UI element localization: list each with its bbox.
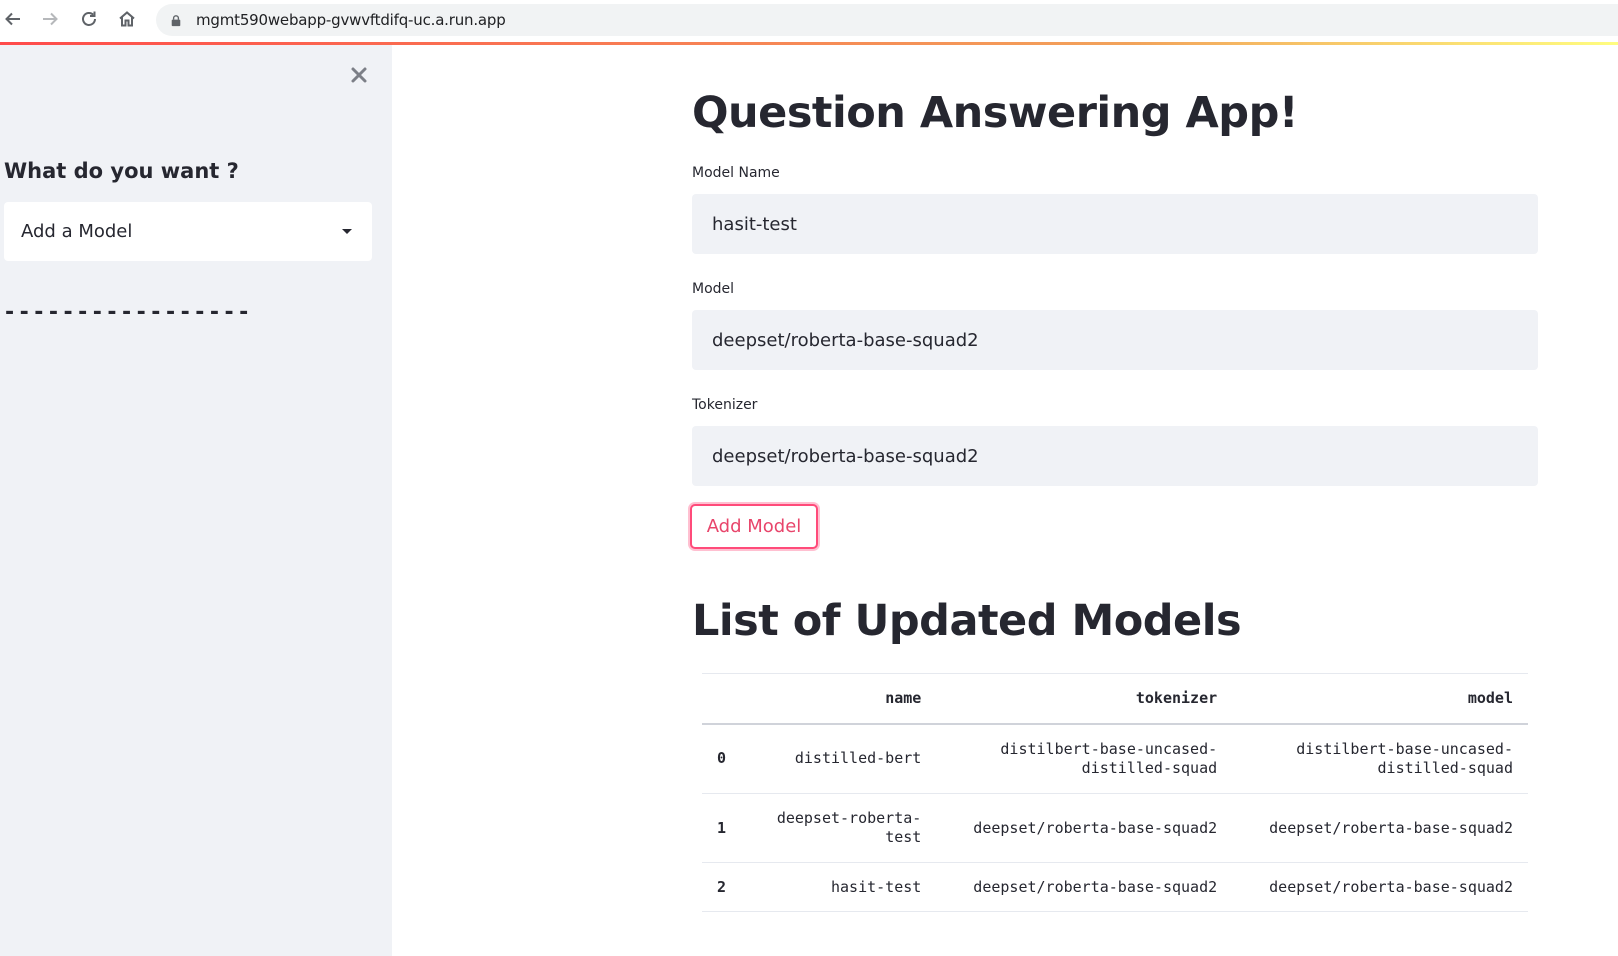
- lock-icon: [170, 13, 184, 27]
- browser-toolbar: mgmt590webapp-gvwvftdifq-uc.a.run.app: [0, 0, 1618, 40]
- forward-button[interactable]: [37, 6, 63, 32]
- table-row: 1 deepset-roberta-test deepset/roberta-b…: [702, 793, 1528, 863]
- column-header-model: model: [1232, 673, 1528, 725]
- table-row: 0 distilled-bert distilbert-base-uncased…: [702, 723, 1528, 794]
- address-bar[interactable]: mgmt590webapp-gvwvftdifq-uc.a.run.app: [156, 4, 1618, 36]
- reload-button[interactable]: [76, 6, 102, 32]
- home-button[interactable]: [114, 6, 140, 32]
- arrow-right-icon: [43, 12, 58, 26]
- tokenizer-label: Tokenizer: [692, 397, 758, 413]
- close-icon: [351, 67, 367, 83]
- model-input[interactable]: [692, 310, 1538, 370]
- cell-tokenizer: distilbert-base-uncased-distilled-squad: [936, 723, 1233, 794]
- reload-icon: [82, 11, 96, 26]
- action-select[interactable]: Add a Model: [4, 202, 372, 261]
- cell-tokenizer: deepset/roberta-base-squad2: [936, 862, 1233, 912]
- cell-name: deepset-roberta-test: [741, 793, 937, 863]
- column-header-tokenizer: tokenizer: [936, 673, 1233, 725]
- models-list-title: List of Updated Models: [692, 596, 1242, 646]
- models-table: name tokenizer model 0 distilled-bert di…: [702, 673, 1528, 912]
- model-label: Model: [692, 281, 735, 297]
- row-index: 0: [702, 723, 742, 794]
- column-header-name: name: [741, 673, 937, 725]
- url-text: mgmt590webapp-gvwvftdifq-uc.a.run.app: [196, 11, 506, 29]
- cell-name: distilled-bert: [741, 723, 937, 794]
- cell-model: deepset/roberta-base-squad2: [1232, 793, 1528, 863]
- cell-model: distilbert-base-uncased-distilled-squad: [1232, 723, 1528, 794]
- back-button[interactable]: [0, 6, 26, 32]
- model-name-label: Model Name: [692, 165, 780, 181]
- close-sidebar-button[interactable]: [348, 64, 370, 86]
- sidebar-title: What do you want ?: [4, 159, 239, 183]
- cell-model: deepset/roberta-base-squad2: [1232, 862, 1528, 912]
- model-name-input[interactable]: [692, 194, 1538, 254]
- page-title: Question Answering App!: [692, 88, 1298, 138]
- arrow-left-icon: [5, 12, 20, 26]
- home-icon: [119, 11, 135, 27]
- column-header-index: [702, 673, 742, 725]
- sidebar-divider: -----------------: [5, 300, 254, 325]
- cell-name: hasit-test: [741, 862, 937, 912]
- caret-down-icon: [342, 229, 352, 234]
- tokenizer-input[interactable]: [692, 426, 1538, 486]
- row-index: 2: [702, 862, 742, 912]
- row-index: 1: [702, 793, 742, 863]
- table-row: 2 hasit-test deepset/roberta-base-squad2…: [702, 862, 1528, 912]
- cell-tokenizer: deepset/roberta-base-squad2: [936, 793, 1233, 863]
- table-header-row: name tokenizer model: [702, 673, 1528, 725]
- sidebar: What do you want ? Add a Model ---------…: [0, 45, 392, 956]
- add-model-button[interactable]: Add Model: [690, 504, 818, 549]
- select-value: Add a Model: [21, 221, 133, 242]
